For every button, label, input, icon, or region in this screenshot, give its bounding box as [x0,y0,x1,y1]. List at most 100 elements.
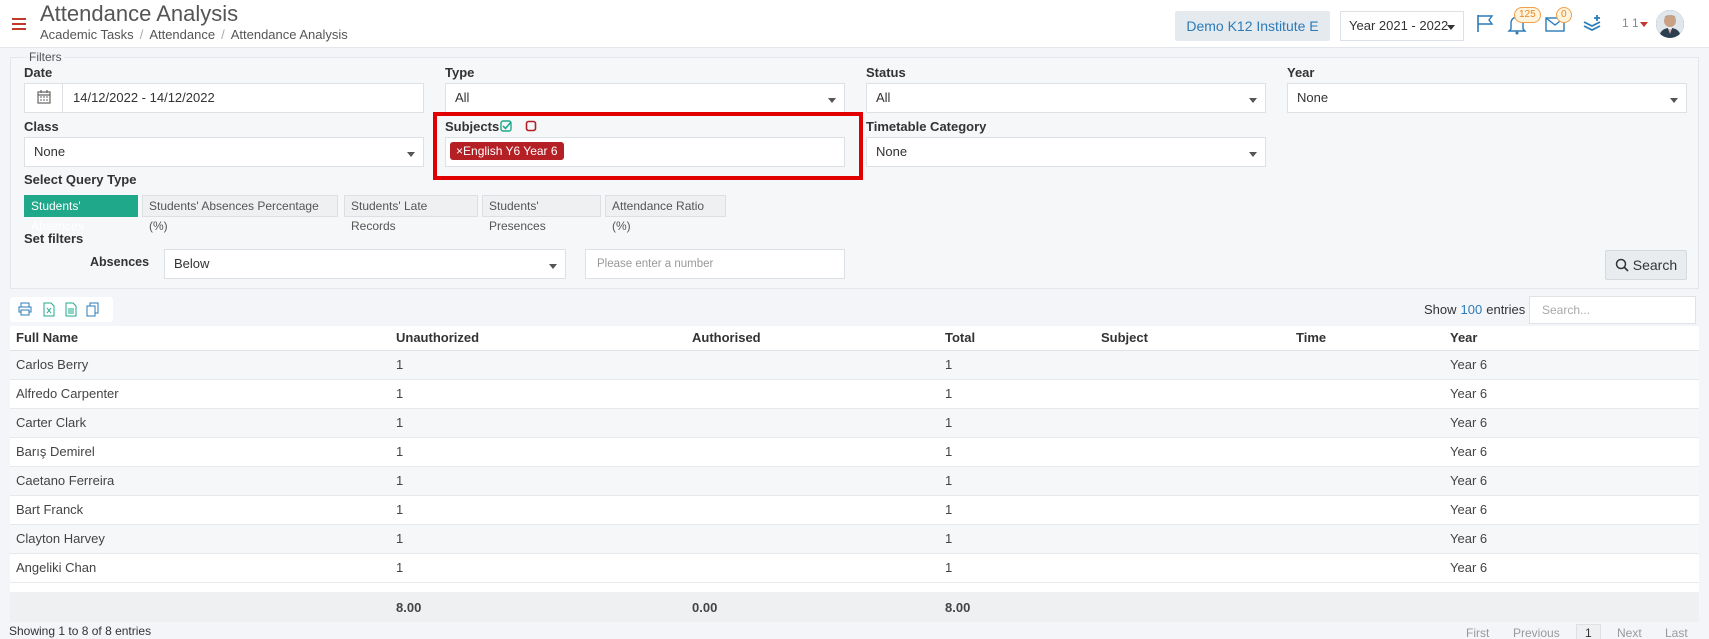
csv-icon[interactable] [64,302,78,317]
year-selector[interactable]: Year 2021 - 2022 [1340,11,1464,41]
cell-full-name: Alfredo Carpenter [10,379,390,409]
cell-total: 1 [939,495,1095,525]
column-header-full-name[interactable]: Full Name [10,326,390,351]
breadcrumb: Academic Tasks / Attendance / Attendance Ana… [40,27,348,42]
table-row[interactable]: Barış Demirel 1 1 Year 6 [10,437,1699,467]
table-row[interactable]: Caetano Ferreira 1 1 Year 6 [10,466,1699,496]
type-select[interactable]: All [445,83,845,113]
export-toolbar [10,297,113,322]
cell-full-name: Barış Demirel [10,437,390,467]
cell-authorised [686,350,939,380]
table-row[interactable]: Clayton Harvey 1 1 Year 6 [10,524,1699,554]
user-menu-chevron-icon[interactable] [1640,22,1648,27]
timetable-category-value: None [876,144,908,159]
envelope-icon[interactable]: 0 [1544,7,1572,35]
table-row[interactable]: Alfredo Carpenter 1 1 Year 6 [10,379,1699,409]
cell-unauthorized: 1 [390,524,686,554]
select-all-check-icon[interactable] [500,120,512,132]
timetable-category-select[interactable]: None [866,137,1266,167]
chevron-down-icon [407,152,415,157]
date-range-input[interactable]: 14/12/2022 - 14/12/2022 [24,83,424,113]
search-button[interactable]: Search [1605,250,1687,280]
table-search-input[interactable]: Search... [1529,296,1696,324]
cell-subject [1095,379,1290,409]
cell-year: Year 6 [1444,379,1699,409]
pagination-last[interactable]: Last [1665,626,1688,639]
year-filter-select[interactable]: None [1287,83,1687,113]
column-header-total[interactable]: Total [939,326,1095,351]
pagination-current-page[interactable]: 1 [1576,624,1601,639]
column-header-year[interactable]: Year [1444,326,1699,351]
user-label[interactable]: 1 1 [1622,16,1639,30]
table-row[interactable]: Carlos Berry 1 1 Year 6 [10,350,1699,380]
cell-unauthorized: 1 [390,379,686,409]
status-select[interactable]: All [866,83,1266,113]
flag-icon[interactable] [1475,13,1499,35]
pagination-next[interactable]: Next [1617,626,1642,639]
query-type-late-records[interactable]: Students' Late Records [344,195,478,233]
subject-tag[interactable]: ×English Y6 Year 6 [450,142,564,160]
cell-time [1290,408,1444,438]
excel-icon[interactable] [42,302,56,317]
subjects-label: Subjects [445,119,500,134]
avatar[interactable] [1656,10,1684,38]
cell-total: 1 [939,553,1095,583]
print-icon[interactable] [18,302,32,317]
comparator-select[interactable]: Below [164,249,566,279]
cell-unauthorized: 1 [390,466,686,496]
institute-button[interactable]: Demo K12 Institute E [1175,11,1330,41]
bell-icon[interactable]: 125 [1506,7,1541,35]
column-header-subject[interactable]: Subject [1095,326,1290,351]
pagination-previous[interactable]: Previous [1513,626,1560,639]
column-header-unauthorized[interactable]: Unauthorized [390,326,686,351]
cell-full-name: Clayton Harvey [10,524,390,554]
table-header-row: Full Name Unauthorized Authorised Total … [10,326,1699,351]
type-select-value: All [455,90,470,105]
query-type-absences-percentage[interactable]: Students' Absences Percentage (%) [142,195,338,233]
query-type-attendance-ratio[interactable]: Attendance Ratio (%) [605,195,726,233]
cell-authorised [686,408,939,438]
chevron-down-icon [1670,98,1678,103]
cell-time [1290,553,1444,583]
cell-year: Year 6 [1444,466,1699,496]
copy-icon[interactable] [86,302,100,317]
cell-full-name: Caetano Ferreira [10,466,390,496]
tag-remove-icon[interactable]: × [456,144,463,158]
notifications-badge: 125 [1514,7,1541,23]
chevron-down-icon [1447,25,1455,30]
query-type-presences[interactable]: Students' Presences [482,195,601,233]
breadcrumb-attendance[interactable]: Attendance [149,27,215,42]
cell-full-name: Bart Franck [10,495,390,525]
column-header-authorised[interactable]: Authorised [686,326,939,351]
chevron-down-icon [1249,152,1257,157]
cell-unauthorized: 1 [390,553,686,583]
filters-legend: Filters [27,50,64,64]
query-type-label: Select Query Type [24,172,137,187]
absences-number-input[interactable]: Please enter a number [585,249,845,279]
chevron-down-icon [1249,98,1257,103]
breadcrumb-academic-tasks[interactable]: Academic Tasks [40,27,134,42]
calendar-icon[interactable] [25,84,63,112]
page-length-select[interactable]: 100 [1461,302,1483,317]
cell-total: 1 [939,350,1095,380]
table-row[interactable]: Bart Franck 1 1 Year 6 [10,495,1699,525]
menu-icon[interactable] [12,18,26,30]
cell-authorised [686,524,939,554]
cell-year: Year 6 [1444,553,1699,583]
entries-label: entries [1486,302,1526,317]
table-row[interactable]: Angeliki Chan 1 1 Year 6 [10,553,1699,583]
total-total: 8.00 [939,592,1095,622]
query-type-students-absences[interactable]: Students' Absences [24,195,138,233]
messages-badge: 0 [1556,7,1572,23]
column-header-time[interactable]: Time [1290,326,1444,351]
cell-total: 1 [939,379,1095,409]
show-label: Show [1424,302,1457,317]
class-select[interactable]: None [24,137,424,167]
pagination-first[interactable]: First [1466,626,1489,639]
cell-subject [1095,437,1290,467]
table-row[interactable]: Carter Clark 1 1 Year 6 [10,408,1699,438]
layers-add-icon[interactable] [1582,13,1606,35]
deselect-all-square-icon[interactable] [525,120,537,132]
cell-total: 1 [939,437,1095,467]
cell-time [1290,379,1444,409]
